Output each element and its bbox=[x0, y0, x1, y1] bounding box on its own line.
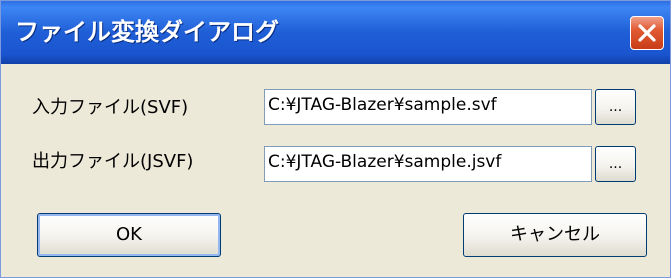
ok-button[interactable]: OK bbox=[37, 213, 221, 257]
input-file-label: 入力ファイル(SVF) bbox=[32, 97, 189, 118]
close-icon bbox=[638, 24, 656, 42]
input-browse-button[interactable]: ... bbox=[595, 89, 636, 125]
dialog-title: ファイル変換ダイアログ bbox=[15, 18, 279, 46]
close-button[interactable] bbox=[630, 16, 664, 50]
output-file-field[interactable]: C:¥JTAG-Blazer¥sample.jsvf bbox=[264, 146, 592, 182]
cancel-button[interactable]: キャンセル bbox=[463, 213, 647, 257]
title-bar[interactable]: ファイル変換ダイアログ bbox=[1, 1, 670, 64]
output-file-label: 出力ファイル(JSVF) bbox=[32, 151, 194, 172]
input-file-field[interactable]: C:¥JTAG-Blazer¥sample.svf bbox=[264, 89, 592, 125]
output-browse-button[interactable]: ... bbox=[595, 146, 636, 182]
file-conversion-dialog: ファイル変換ダイアログ 入力ファイル(SVF) C:¥JTAG-Blazer¥s… bbox=[0, 0, 671, 278]
